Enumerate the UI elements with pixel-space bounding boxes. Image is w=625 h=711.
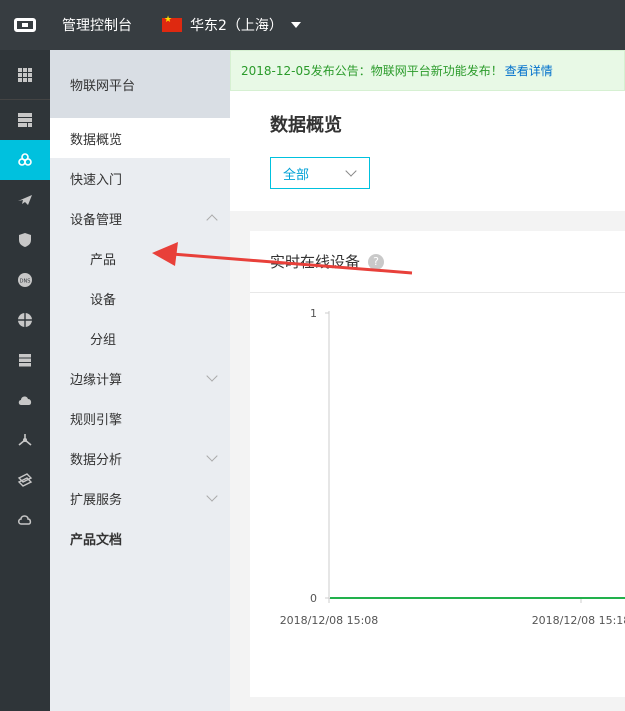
nav-item-9[interactable]: 扩展服务 (50, 478, 230, 518)
nav-item-label: 产品文档 (70, 532, 123, 548)
x-tick-label: 2018/12/08 15:18 (532, 614, 625, 627)
nav-item-0[interactable]: 数据概览 (50, 118, 230, 158)
announcement-banner: 2018-12-05发布公告：物联网平台新功能发布！ 查看详情 (230, 50, 625, 91)
chevron-down-icon (345, 165, 357, 177)
dns-icon[interactable]: DNS (0, 260, 50, 300)
card-title: 实时在线设备 ? (250, 231, 625, 293)
nav-item-5[interactable]: 分组 (50, 318, 230, 358)
nav-header: 物联网平台 (50, 50, 230, 118)
main-content: 2018-12-05发布公告：物联网平台新功能发布！ 查看详情 数据概览 全部 … (230, 50, 625, 711)
nav-item-label: 边缘计算 (70, 372, 123, 388)
nav-item-label: 设备 (90, 292, 117, 308)
nav-item-3[interactable]: 产品 (50, 238, 230, 278)
iot-icon[interactable] (0, 140, 50, 180)
nav-item-1[interactable]: 快速入门 (50, 158, 230, 198)
nav-item-8[interactable]: 数据分析 (50, 438, 230, 478)
plane-icon[interactable] (0, 180, 50, 220)
y-tick-label: 1 (310, 307, 317, 320)
chevron-down-icon (206, 450, 218, 462)
region-label: 华东2（上海） (190, 18, 283, 34)
nav-item-label: 数据概览 (70, 132, 123, 148)
help-icon[interactable]: ? (368, 253, 385, 270)
nav-item-7[interactable]: 规则引擎 (50, 398, 230, 438)
nav-item-label: 规则引擎 (70, 412, 123, 428)
filter-value: 全部 (283, 167, 310, 183)
database-icon[interactable] (0, 340, 50, 380)
filter-select[interactable]: 全部 (270, 157, 370, 189)
nav-item-label: 设备管理 (70, 212, 123, 228)
overview-header: 数据概览 全部 (230, 91, 625, 211)
x-tick-label: 2018/12/08 15:08 (280, 614, 379, 627)
nav-item-label: 数据分析 (70, 452, 123, 468)
server-icon[interactable] (0, 100, 50, 140)
nav-item-6[interactable]: 边缘计算 (50, 358, 230, 398)
online-devices-card: 实时在线设备 ? 0 1 2018/12/08 15:08 2018/12/08 15… (250, 231, 625, 697)
console-title[interactable]: 管理控制台 (62, 15, 132, 35)
svg-text:DNS: DNS (20, 279, 31, 285)
card-title-text: 实时在线设备 (270, 253, 361, 271)
cloud-upload-icon[interactable] (0, 380, 50, 420)
announcement-details-link[interactable]: 查看详情 (505, 62, 553, 79)
chevron-down-icon (206, 490, 218, 502)
y-tick-label: 0 (310, 592, 317, 605)
network-icon[interactable] (0, 420, 50, 460)
aliyun-logo-icon[interactable] (0, 0, 50, 50)
nav-item-10[interactable]: 产品文档 (50, 518, 230, 558)
caret-down-icon (290, 22, 301, 28)
shield-icon[interactable] (0, 220, 50, 260)
china-flag-icon (162, 15, 182, 32)
chevron-down-icon (206, 370, 218, 382)
globe-icon[interactable] (0, 300, 50, 340)
product-nav: 物联网平台 数据概览快速入门设备管理产品设备分组边缘计算规则引擎数据分析扩展服务… (50, 50, 230, 711)
top-bar: 管理控制台 华东2（上海） (0, 0, 625, 50)
icon-sidebar: DNS (0, 50, 50, 711)
nav-item-label: 产品 (90, 252, 117, 268)
cloud-icon[interactable] (0, 500, 50, 540)
nav-item-label: 快速入门 (70, 172, 123, 188)
nav-item-label: 分组 (90, 332, 117, 348)
chevron-up-icon (206, 214, 218, 226)
announcement-text: 2018-12-05发布公告：物联网平台新功能发布！ (241, 64, 503, 78)
region-selector[interactable]: 华东2（上海） (162, 15, 301, 35)
nav-item-2[interactable]: 设备管理 (50, 198, 230, 238)
nav-item-label: 扩展服务 (70, 492, 123, 508)
grid-menu-icon[interactable] (0, 50, 50, 100)
nav-item-4[interactable]: 设备 (50, 278, 230, 318)
online-devices-chart: 0 1 2018/12/08 15:08 2018/12/08 15:18 (280, 307, 625, 627)
transfer-icon[interactable] (0, 460, 50, 500)
page-title: 数据概览 (270, 115, 342, 136)
